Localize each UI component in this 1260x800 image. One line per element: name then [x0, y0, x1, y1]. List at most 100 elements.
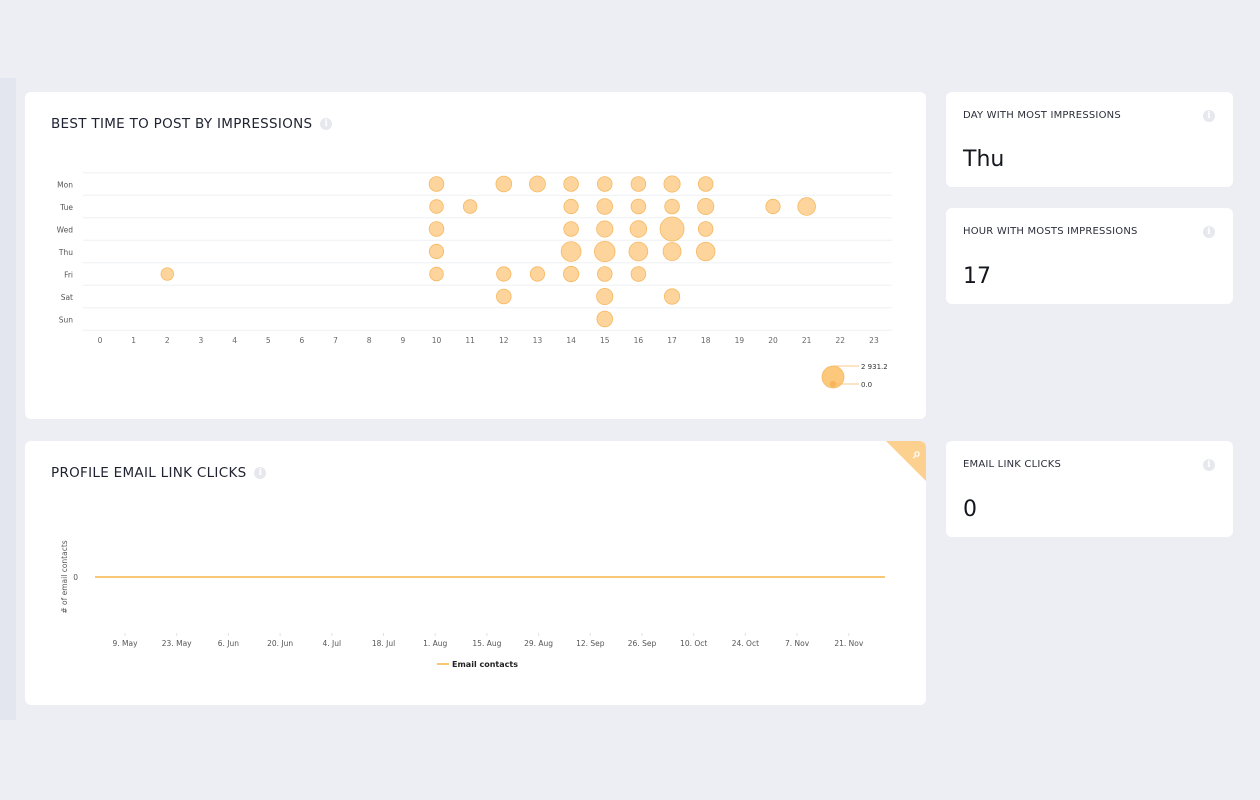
bubble — [496, 266, 512, 282]
bubble — [663, 288, 681, 305]
bubble — [428, 176, 445, 192]
bubble — [596, 220, 614, 238]
bubble — [797, 197, 816, 216]
stat-card-day: DAY WITH MOST IMPRESSIONS i Thu — [946, 92, 1233, 187]
x-tick-label: 17 — [667, 336, 677, 345]
bubble — [662, 242, 682, 261]
x-tick-label: 1 — [131, 336, 136, 345]
x-tick-label: 4. Jul — [323, 639, 342, 648]
bubble — [765, 198, 781, 215]
bubble — [560, 241, 582, 262]
bubble — [597, 176, 613, 192]
x-tick-label: 24. Oct — [732, 639, 759, 648]
x-tick-label: 15. Aug — [472, 639, 501, 648]
stat-label: HOUR WITH MOSTS IMPRESSIONS — [963, 226, 1138, 237]
x-tick-label: 7. Nov — [785, 639, 810, 648]
bubble — [697, 197, 715, 216]
line-chart: 0 # of email contacts 9. May 23. May 6. Jun 2… — [60, 540, 885, 669]
info-icon[interactable]: i — [1203, 226, 1215, 238]
x-tick-label: 4 — [232, 336, 237, 345]
bubble — [563, 221, 579, 237]
email-clicks-card: PROFILE EMAIL LINK CLICKS i ⌕ 0 # of email… — [25, 441, 926, 705]
stat-card-email-clicks: EMAIL LINK CLICKS i 0 — [946, 441, 1233, 537]
x-tick-label: 23 — [869, 336, 879, 345]
bubble — [630, 176, 647, 192]
y-axis-label: # of email contacts — [60, 540, 69, 613]
bubble — [462, 199, 478, 214]
bubble — [529, 175, 546, 193]
bubble — [697, 176, 714, 192]
stat-value: Thu — [963, 147, 1005, 172]
bubble — [659, 216, 685, 242]
bubble — [663, 175, 681, 193]
bubble — [429, 266, 444, 282]
y-tick-label: 0 — [73, 573, 78, 582]
y-tick-label: Sat — [61, 293, 73, 302]
x-tick-label: 11 — [465, 336, 475, 345]
bubble — [630, 198, 647, 215]
size-legend-min-label: 0.0 — [861, 381, 872, 389]
x-tick-label: 23. May — [162, 639, 192, 648]
x-tick-label: 10. Oct — [680, 639, 707, 648]
bubble-chart: MonTueWedThuFriSatSun0 1 2 3 4 5 6 7 8 9 10 11 12 13 1… — [57, 172, 892, 389]
bubble — [563, 176, 579, 192]
x-tick-label: 10 — [432, 336, 442, 345]
y-tick-label: Tue — [59, 203, 73, 212]
x-tick-label: 6 — [300, 336, 305, 345]
bubble — [630, 266, 647, 282]
sidebar-edge — [0, 78, 16, 720]
bubble — [629, 220, 648, 238]
bubble — [596, 310, 613, 328]
x-tick-label: 9 — [400, 336, 405, 345]
bubble — [160, 267, 174, 281]
size-legend-max-label: 2 931.2 — [861, 363, 888, 371]
x-tick-label: 9. May — [112, 639, 138, 648]
x-tick-label: 5 — [266, 336, 271, 345]
x-tick-label: 2 — [165, 336, 170, 345]
x-tick-label: 18 — [701, 336, 711, 345]
bubble — [664, 198, 680, 215]
bubble — [697, 221, 714, 237]
x-tick-label: 6. Jun — [218, 639, 240, 648]
x-tick-label: 18. Jul — [372, 639, 395, 648]
bubble — [594, 240, 616, 263]
x-tick-label: 3 — [199, 336, 204, 345]
info-icon[interactable]: i — [1203, 459, 1215, 471]
bubble — [628, 241, 649, 262]
bubble — [495, 175, 513, 193]
x-tick-label: 19 — [735, 336, 745, 345]
x-tick-label: 13 — [533, 336, 543, 345]
y-tick-label: Wed — [57, 226, 74, 235]
bubble — [428, 243, 445, 260]
legend-label: Email contacts — [452, 660, 518, 669]
x-tick-label: 12. Sep — [576, 639, 605, 648]
bubble — [429, 199, 444, 214]
y-tick-label: Mon — [57, 181, 73, 190]
x-tick-label: 16 — [634, 336, 644, 345]
y-tick-label: Thu — [58, 248, 73, 257]
x-tick-label: 7 — [333, 336, 338, 345]
bubble — [563, 198, 579, 215]
bubble — [496, 288, 512, 305]
x-tick-label: 22 — [836, 336, 846, 345]
bubble — [596, 287, 614, 306]
stat-value: 17 — [963, 264, 991, 289]
stat-label: EMAIL LINK CLICKS — [963, 459, 1062, 470]
bubble — [696, 241, 716, 262]
x-tick-label: 14 — [566, 336, 576, 345]
x-tick-label: 8 — [367, 336, 372, 345]
stat-value: 0 — [963, 497, 977, 522]
stat-label: DAY WITH MOST IMPRESSIONS — [963, 110, 1121, 121]
y-tick-label: Sun — [59, 316, 74, 325]
x-tick-label: 1. Aug — [423, 639, 447, 648]
x-tick-label: 20 — [768, 336, 778, 345]
y-tick-label: Fri — [64, 271, 73, 280]
x-tick-label: 15 — [600, 336, 610, 345]
best-time-card: BEST TIME TO POST BY IMPRESSIONS i Mon Tue… — [25, 92, 926, 419]
bubble — [428, 221, 445, 237]
x-tick-label: 12 — [499, 336, 509, 345]
x-tick-label: 26. Sep — [628, 639, 657, 648]
info-icon[interactable]: i — [1203, 110, 1215, 122]
bubble — [596, 198, 613, 215]
bubble — [529, 266, 546, 282]
